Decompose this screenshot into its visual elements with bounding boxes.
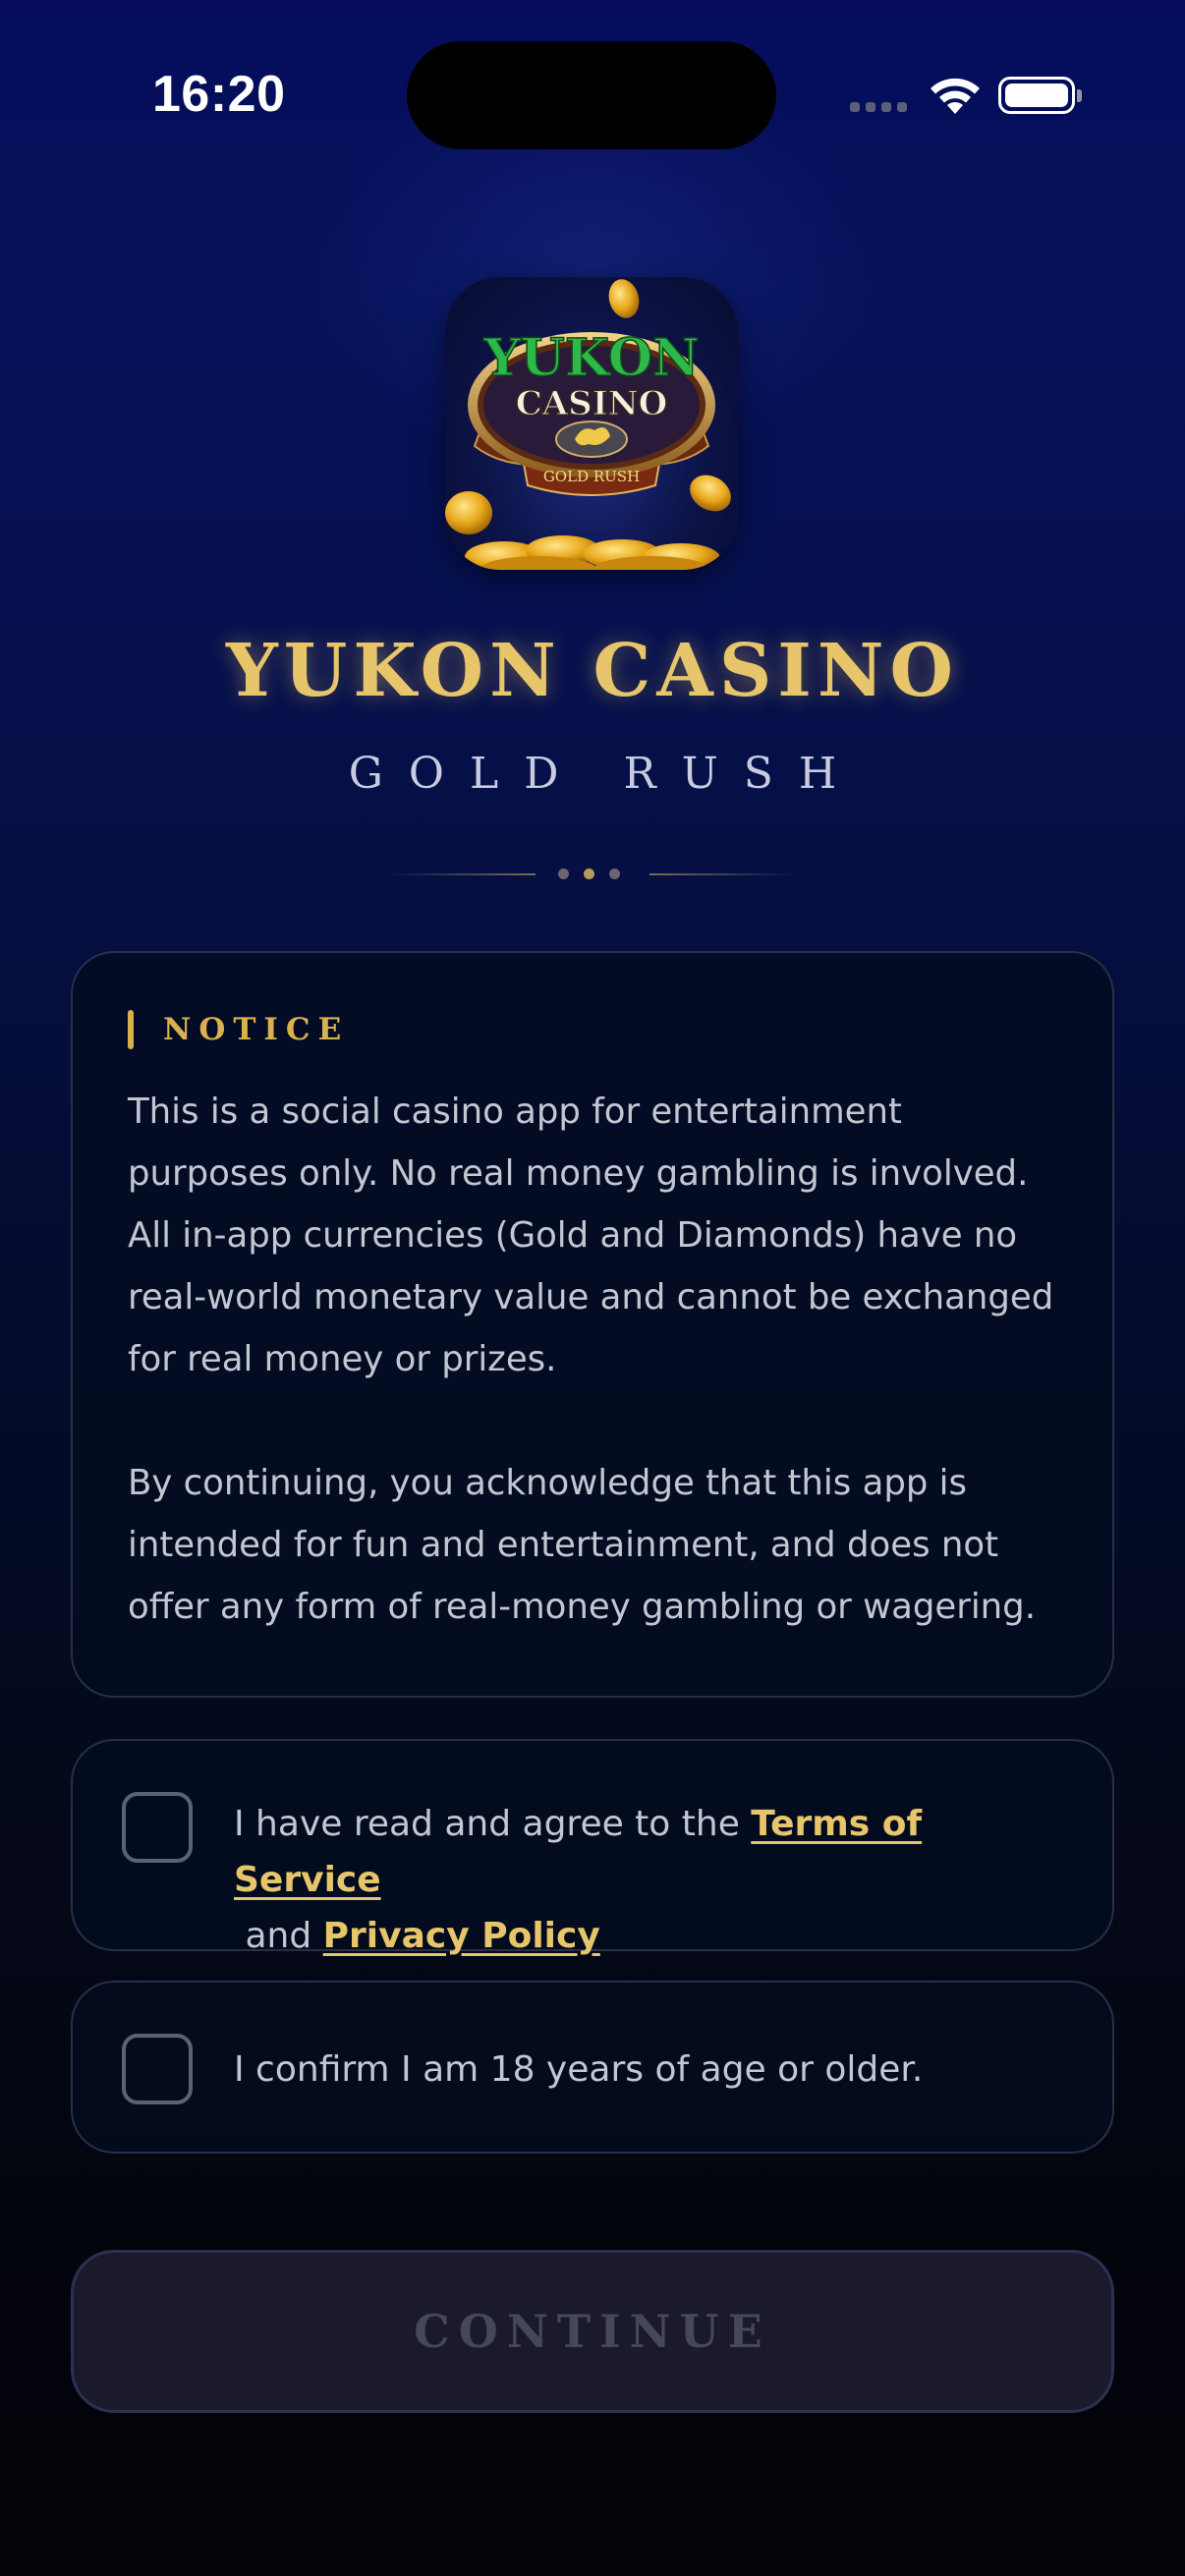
terms-agreement-row[interactable]: I have read and agree to the Terms of Se… xyxy=(71,1739,1114,1956)
logo-text-casino: CASINO xyxy=(516,384,668,423)
wifi-icon xyxy=(931,78,980,114)
notice-header: NOTICE xyxy=(128,1010,349,1049)
notice-card: NOTICE This is a social casino app for e… xyxy=(71,951,1114,1698)
notice-paragraph-1: This is a social casino app for entertai… xyxy=(128,1092,1054,1379)
terms-checkbox[interactable] xyxy=(122,1792,193,1863)
logo-text-gold-rush: GOLD RUSH xyxy=(543,468,640,485)
app-title: YUKON CASINO xyxy=(225,629,960,713)
dynamic-island xyxy=(407,41,776,149)
continue-button-label: CONTINUE xyxy=(414,2305,771,2358)
age-confirmation-text: I confirm I am 18 years of age or older. xyxy=(234,2049,924,2090)
terms-agreement-text: I have read and agree to the Terms of Se… xyxy=(234,1796,1079,1964)
continue-button[interactable]: CONTINUE xyxy=(71,2250,1114,2413)
cellular-signal-icon xyxy=(850,102,907,112)
app-subtitle: GOLD RUSH xyxy=(348,749,863,799)
battery-icon xyxy=(998,77,1082,114)
terms-middle: and xyxy=(234,1916,323,1956)
ornamental-divider xyxy=(388,865,797,884)
age-confirmation-row[interactable]: I confirm I am 18 years of age or older. xyxy=(71,1981,1114,2154)
notice-body: This is a social casino app for entertai… xyxy=(128,1081,1071,1638)
notice-accent-bar xyxy=(128,1010,134,1049)
status-time: 16:20 xyxy=(152,66,286,123)
app-logo: YUKON CASINO GOLD RUSH xyxy=(445,277,738,570)
notice-label: NOTICE xyxy=(163,1012,350,1047)
privacy-policy-link[interactable]: Privacy Policy xyxy=(323,1916,600,1956)
logo-text-yukon: YUKON xyxy=(482,328,699,388)
age-checkbox[interactable] xyxy=(122,2034,193,2104)
notice-paragraph-2: By continuing, you acknowledge that this… xyxy=(128,1463,1037,1627)
terms-prefix: I have read and agree to the xyxy=(234,1804,752,1844)
